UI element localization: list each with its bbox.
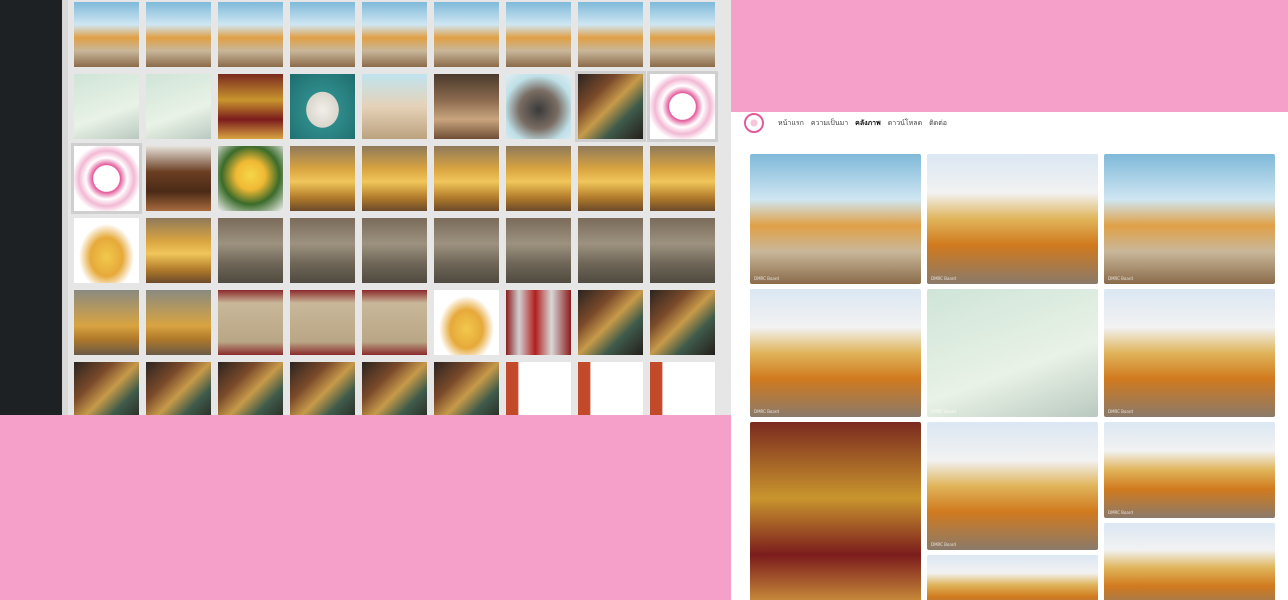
thumbnail-painting[interactable]: [578, 290, 643, 355]
photo-watermark: DMRC Board: [931, 276, 956, 281]
thumbnail-stone-buddha[interactable]: [578, 218, 643, 283]
thumbnail-stone-buddha[interactable]: [434, 218, 499, 283]
thumbnail-seal[interactable]: [647, 71, 718, 142]
nav-gallery[interactable]: คลังภาพ: [855, 118, 881, 129]
gallery-photo-ceremony[interactable]: DMRC Board: [1104, 154, 1275, 284]
photo-watermark: DMRC Board: [754, 276, 779, 281]
thumbnail-gold-buddha[interactable]: [650, 146, 715, 211]
nav-download[interactable]: ดาวน์โหลด: [888, 118, 922, 129]
thumbnail-ceremony[interactable]: [290, 2, 355, 67]
thumbnail-painting[interactable]: [362, 362, 427, 415]
thumbnail-ceremony[interactable]: [434, 2, 499, 67]
thumbnail-pottery[interactable]: [506, 74, 571, 139]
thumbnail-seal[interactable]: [71, 143, 142, 214]
dark-sidebar: [0, 0, 62, 415]
thumbnail-gold-buddha[interactable]: [290, 146, 355, 211]
photo-watermark: DMRC Board: [1108, 276, 1133, 281]
nav-history[interactable]: ความเป็นมา: [811, 118, 848, 129]
gallery-photo-hall[interactable]: DMRC Board: [750, 289, 921, 417]
scroll-strip: [62, 0, 68, 415]
gallery-photo-hall[interactable]: DMRC Board: [927, 555, 1098, 600]
thumbnail-red-structure[interactable]: [506, 290, 571, 355]
photo-watermark: DMRC Board: [931, 409, 956, 414]
thumbnail-shrine[interactable]: [218, 74, 283, 139]
nav-contact[interactable]: ติดต่อ: [929, 118, 947, 129]
gallery-photo-shrine[interactable]: DMRC Board: [750, 422, 921, 600]
left-screenshot-panel: [0, 0, 731, 415]
nav-home[interactable]: หน้าแรก: [778, 118, 804, 129]
thumbnail-painting[interactable]: [650, 290, 715, 355]
thumbnail-ceremony[interactable]: [506, 2, 571, 67]
thumbnail-painting[interactable]: [218, 362, 283, 415]
thumbnail-stone-buddha[interactable]: [218, 218, 283, 283]
thumbnail-ceremony[interactable]: [362, 2, 427, 67]
thumbnail-ceremony[interactable]: [74, 2, 139, 67]
thumbnail-manuscript[interactable]: [362, 290, 427, 355]
thumbnail-manuscript[interactable]: [290, 290, 355, 355]
thumbnail-document[interactable]: [146, 74, 211, 139]
thumbnail-ceremony[interactable]: [578, 2, 643, 67]
thumbnail-grid: [71, 2, 724, 415]
thumbnail-ceremony[interactable]: [218, 2, 283, 67]
thumbnail-gold-buddha[interactable]: [578, 146, 643, 211]
gallery-photo-hall[interactable]: DMRC Board: [1104, 523, 1275, 600]
thumbnail-text-card[interactable]: [578, 362, 643, 415]
thumbnail-gold-buddha[interactable]: [146, 218, 211, 283]
thumbnail-manuscript[interactable]: [218, 290, 283, 355]
photo-watermark: DMRC Board: [931, 542, 956, 547]
website-panel: หน้าแรก ความเป็นมา คลังภาพ ดาวน์โหลด ติด…: [731, 112, 1288, 600]
thumbnail-emblem[interactable]: [74, 218, 139, 283]
thumbnail-stone-buddha[interactable]: [650, 218, 715, 283]
gallery-photo-hall[interactable]: DMRC Board: [1104, 422, 1275, 518]
thumbnail-artifacts[interactable]: [434, 74, 499, 139]
thumbnail-ceremony[interactable]: [650, 2, 715, 67]
photo-watermark: DMRC Board: [1108, 409, 1133, 414]
gallery-photo-hall[interactable]: DMRC Board: [927, 154, 1098, 284]
gallery-photo-hall[interactable]: DMRC Board: [927, 422, 1098, 550]
thumbnail-row: [74, 2, 724, 67]
gallery-photo-hall[interactable]: DMRC Board: [1104, 289, 1275, 417]
thumbnail-gold-buddha[interactable]: [506, 146, 571, 211]
thumbnail-row: [74, 290, 724, 355]
thumbnail-row: [74, 218, 724, 283]
gallery-photo-document[interactable]: DMRC Board: [927, 289, 1098, 417]
thumbnail-stone-buddha[interactable]: [506, 218, 571, 283]
thumbnail-flowers[interactable]: [218, 146, 283, 211]
thumbnail-stone-buddha[interactable]: [290, 218, 355, 283]
thumbnail-text-card[interactable]: [506, 362, 571, 415]
thumbnail-pagoda[interactable]: [362, 74, 427, 139]
thumbnail-painting[interactable]: [290, 362, 355, 415]
gallery-photo-ceremony[interactable]: DMRC Board: [750, 154, 921, 284]
thumbnail-emblem[interactable]: [434, 290, 499, 355]
thumbnail-gold-buddha[interactable]: [434, 146, 499, 211]
thumbnail-reclining[interactable]: [74, 290, 139, 355]
photo-watermark: DMRC Board: [1108, 510, 1133, 515]
thumbnail-row: [74, 362, 724, 415]
thumbnail-painting[interactable]: [575, 71, 646, 142]
thumbnail-buddha-white[interactable]: [290, 74, 355, 139]
thumbnail-wood[interactable]: [146, 146, 211, 211]
thumbnail-reclining[interactable]: [146, 290, 211, 355]
logo-icon[interactable]: [744, 113, 764, 133]
thumbnail-row: [71, 143, 724, 214]
thumbnail-gold-buddha[interactable]: [362, 146, 427, 211]
thumbnail-row: [74, 71, 724, 142]
thumbnail-document[interactable]: [74, 74, 139, 139]
thumbnail-painting[interactable]: [146, 362, 211, 415]
top-nav: หน้าแรก ความเป็นมา คลังภาพ ดาวน์โหลด ติด…: [731, 112, 1288, 134]
thumbnail-text-card[interactable]: [650, 362, 715, 415]
thumbnail-stone-buddha[interactable]: [362, 218, 427, 283]
thumbnail-painting[interactable]: [434, 362, 499, 415]
thumbnail-painting[interactable]: [74, 362, 139, 415]
thumbnail-ceremony[interactable]: [146, 2, 211, 67]
photo-watermark: DMRC Board: [754, 409, 779, 414]
